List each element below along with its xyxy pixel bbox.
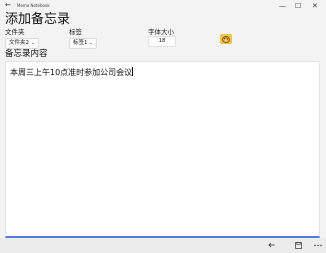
- close-button[interactable]: ✕: [312, 1, 318, 11]
- text-caret: [132, 67, 134, 76]
- tag-dropdown-value: 标签1: [73, 40, 88, 46]
- memo-content-text: 本周三上午10点准时参加公司会议: [10, 67, 134, 77]
- content-label: 备忘录内容: [5, 49, 48, 59]
- back-button[interactable]: [265, 240, 277, 250]
- font-size-input[interactable]: 18: [148, 36, 176, 47]
- minimize-button[interactable]: —: [279, 1, 286, 11]
- back-arrow-icon[interactable]: ←: [5, 1, 11, 9]
- chevron-down-icon: ⌄: [30, 40, 35, 46]
- folder-dropdown[interactable]: 文件夹2 ⌄: [5, 38, 39, 49]
- window-title: Memo Notebook: [17, 3, 50, 8]
- bottom-command-bar: [0, 238, 326, 253]
- save-icon: [294, 241, 302, 249]
- save-button[interactable]: [292, 240, 304, 250]
- tag-label: 标签: [69, 28, 82, 36]
- color-picker-button[interactable]: [220, 34, 232, 44]
- palette-icon: [222, 35, 230, 43]
- more-icon: [314, 244, 322, 246]
- tag-dropdown[interactable]: 标签1 ⌄: [69, 38, 97, 49]
- folder-dropdown-value: 文件夹2: [9, 40, 29, 46]
- arrow-left-icon: [267, 242, 274, 248]
- chevron-down-icon: ⌄: [88, 40, 93, 46]
- page-title: 添加备忘录: [5, 12, 71, 27]
- memo-content-textarea[interactable]: 本周三上午10点准时参加公司会议: [5, 61, 320, 238]
- more-button[interactable]: [312, 240, 324, 250]
- maximize-button[interactable]: ☐: [295, 1, 301, 11]
- font-size-label: 字体大小: [148, 28, 174, 36]
- folder-label: 文件夹: [5, 28, 25, 36]
